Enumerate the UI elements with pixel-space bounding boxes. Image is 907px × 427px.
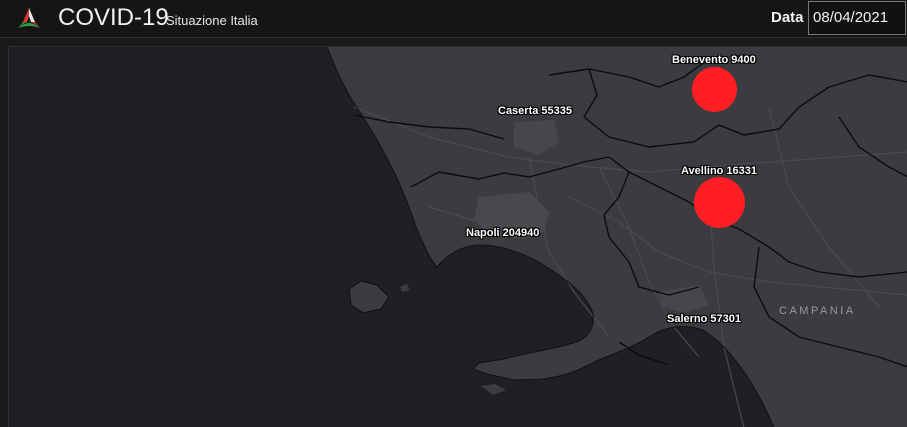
island-ischia [348,280,390,314]
land-area [327,47,907,427]
island-capri [481,384,506,395]
marker-label-avellino[interactable]: Avellino 16331 [681,165,757,178]
marker-label-salerno[interactable]: Salerno 57301 [667,313,741,326]
marker-label-napoli[interactable]: Napoli 204940 [466,227,539,240]
marker-benevento[interactable] [692,67,737,112]
marker-label-caserta[interactable]: Caserta 55335 [498,105,572,118]
app-subtitle: Situazione Italia [166,13,258,28]
map-view[interactable]: Benevento 9400 Caserta 55335 Avellino 16… [8,46,907,427]
marker-avellino[interactable] [694,177,745,228]
marker-label-benevento[interactable]: Benevento 9400 [672,54,756,67]
date-field[interactable]: 08/04/2021 [808,1,906,35]
region-label-campania: CAMPANIA [779,305,856,317]
map-basemap[interactable] [9,47,907,427]
header-bar: COVID-19 Situazione Italia Data 08/04/20… [0,0,907,38]
island-procida [400,284,410,292]
italy-tricolor-logo-icon [18,8,40,28]
date-label: Data [771,9,804,26]
app-title: COVID-19 [58,4,169,31]
